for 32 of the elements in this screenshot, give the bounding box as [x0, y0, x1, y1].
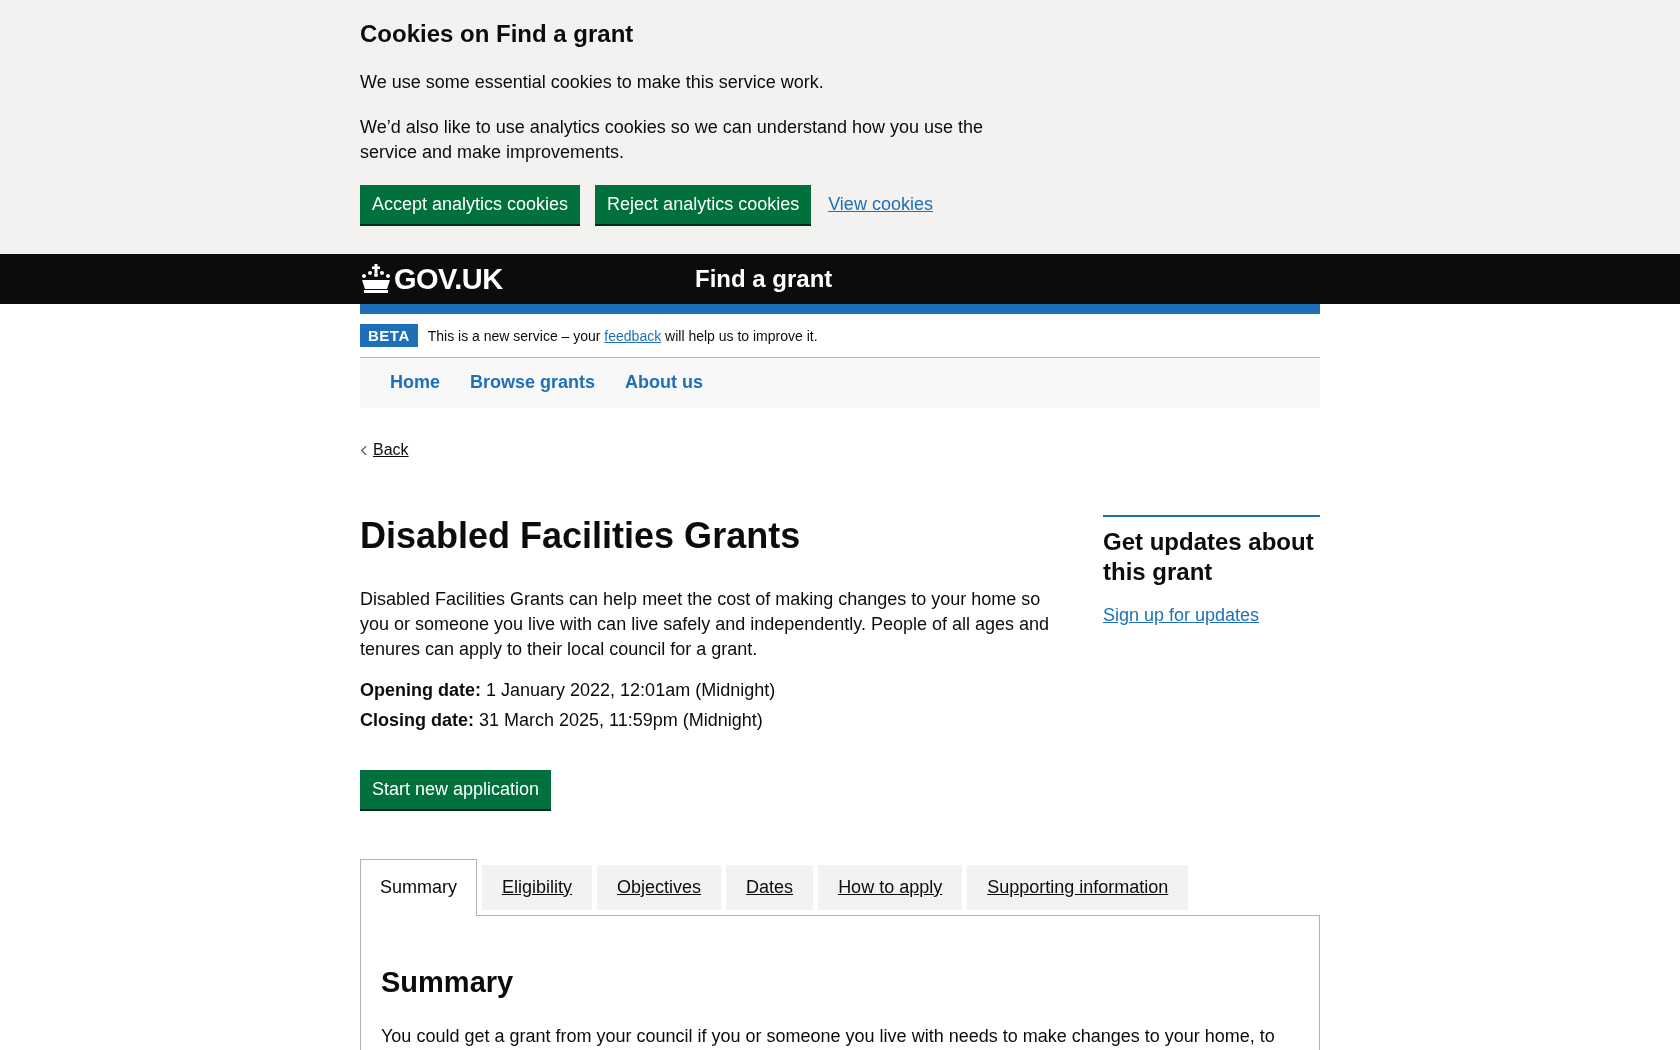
sign-up-link[interactable]: Sign up for updates: [1103, 604, 1260, 625]
page-title: Disabled Facilities Grants: [360, 514, 802, 557]
chevron-left-icon: [360, 444, 367, 456]
service-name[interactable]: Find a grant: [695, 265, 833, 293]
cookie-button[interactable]: Accept analytics cookies: [360, 185, 581, 224]
tab[interactable]: Dates: [726, 864, 814, 910]
view-cookies-link[interactable]: View cookies: [828, 194, 933, 215]
nav-link[interactable]: Browse grants: [470, 372, 596, 394]
tab[interactable]: Supporting information: [967, 864, 1189, 910]
phase-tag: BETA: [360, 324, 418, 347]
banner-text: We’d also like to use analytics cookies so we can understand how you use the service and make improvements.: [360, 116, 985, 164]
back-link[interactable]: Back: [360, 441, 409, 459]
govuk-logo[interactable]: GOV.UK: [360, 262, 695, 296]
tab[interactable]: Eligibility: [482, 864, 593, 910]
cookie-button[interactable]: Reject analytics cookies: [595, 185, 812, 224]
start-button[interactable]: Start new application: [360, 769, 552, 809]
phase-banner-text: This is a new service – your feedback will help us to improve it.: [427, 327, 818, 344]
panel-text: You could get a grant from your council if you or someone you live with needs to make changes to your home, to: [381, 1024, 1276, 1048]
nav-link[interactable]: Home: [390, 372, 440, 394]
nav-link[interactable]: About us: [625, 372, 704, 394]
section-heading: Summary: [381, 965, 515, 999]
date-text: Closing date: 31 March 2025, 11:59pm (Midnight): [360, 709, 764, 731]
sidebar-heading: Get updates about this grant: [1103, 526, 1315, 587]
date-text: Opening date: 1 January 2022, 12:01am (Midnight): [360, 679, 777, 701]
tab[interactable]: Summary: [360, 858, 477, 916]
crown-icon: [360, 264, 392, 294]
feedback-link[interactable]: feedback: [604, 327, 662, 344]
tab[interactable]: Objectives: [597, 864, 722, 910]
grant-description: Disabled Facilities Grants can help meet the cost of making changes to your home so you or someone you live with can live safely and independently. People of all ages and tenures can apply to their local council for a grant.: [360, 587, 1051, 661]
banner-text: We use some essential cookies to make this service work.: [360, 71, 825, 94]
banner-heading: Cookies on Find a grant: [360, 20, 635, 48]
tab[interactable]: How to apply: [818, 864, 963, 910]
